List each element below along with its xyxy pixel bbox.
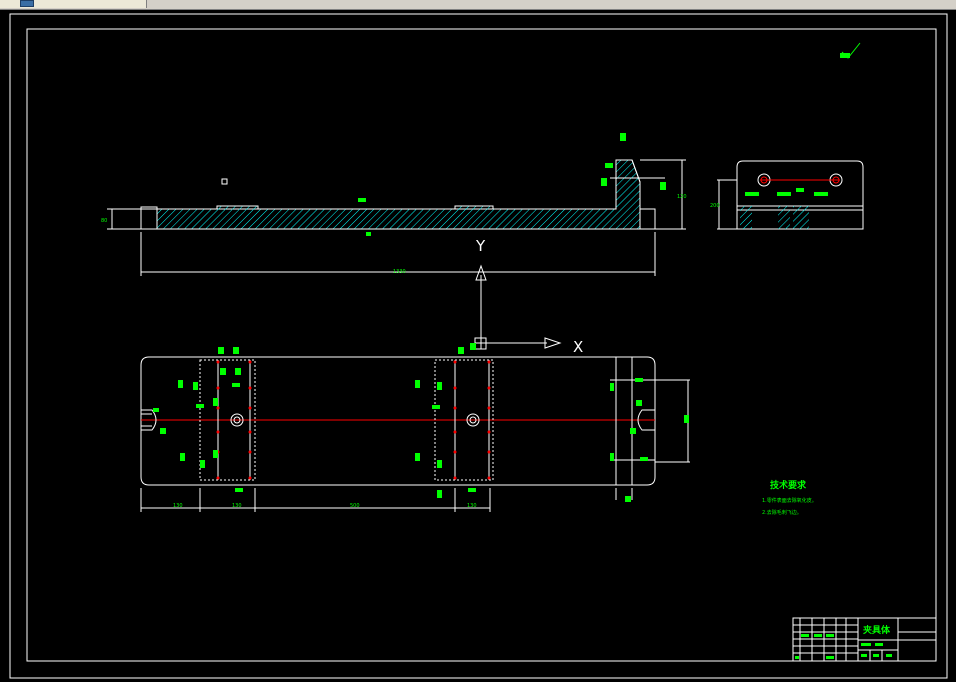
front-view-section (156, 159, 641, 230)
roughness-symbol (840, 42, 861, 59)
title-block[interactable]: 夹具体 (792, 617, 937, 662)
window-tab-bar (0, 0, 956, 10)
dim-side-height: 200 (710, 203, 720, 209)
dim-pitch-3: 130 (467, 503, 477, 509)
dim-front-height: 120 (677, 194, 687, 200)
tech-req-item-1: 1.零件表面去除氧化皮。 (762, 497, 817, 504)
ucs-y-label: Y (475, 237, 486, 255)
drawing-border-outer (9, 13, 948, 679)
dim-pitch-1: 130 (232, 503, 242, 509)
ucs-icon[interactable]: Y X (474, 237, 583, 356)
technical-requirements: 技术要求 1.零件表面去除氧化皮。 2.去除毛刺飞边。 (762, 479, 817, 516)
side-view[interactable]: 200 (710, 160, 864, 230)
tech-req-item-2: 2.去除毛刺飞边。 (762, 509, 802, 516)
tech-req-title: 技术要求 (770, 479, 807, 491)
document-icon (20, 0, 34, 7)
top-view[interactable]: 130 130 500 130 (140, 343, 690, 512)
cad-drawing-canvas[interactable]: 1330 80 120 200 Y X 130 130 500 130 技术要求… (0, 10, 956, 682)
ucs-x-label: X (573, 338, 583, 356)
cad-drawing[interactable]: 1330 80 120 200 Y X 130 130 500 130 技术要求… (0, 10, 956, 682)
dim-overall-length: 1330 (393, 269, 406, 275)
front-view[interactable]: 1330 80 120 (101, 133, 687, 276)
drawing-tab[interactable] (0, 0, 147, 8)
title-block-name: 夹具体 (863, 624, 891, 636)
view-marker (221, 178, 228, 185)
dim-pitch-2: 500 (350, 503, 360, 509)
dim-base-height: 80 (101, 218, 107, 224)
dim-left-offset: 130 (173, 503, 183, 509)
